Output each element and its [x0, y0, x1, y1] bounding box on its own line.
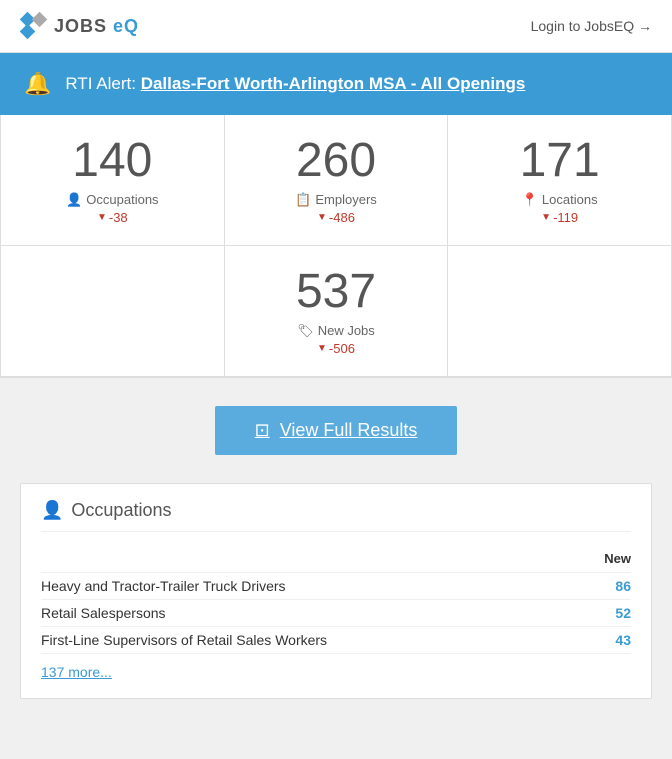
logo-text: JOBS eQ — [54, 16, 139, 37]
more-link[interactable]: 137 more... — [41, 664, 112, 680]
stat-new-jobs-label: 🏷 New Jobs — [235, 323, 438, 339]
occ-table-value-header: New — [581, 546, 631, 573]
down-arrow-icon: ▼ — [317, 343, 327, 354]
stat-employers-number: 260 — [235, 135, 438, 188]
occupations-table: New Heavy and Tractor-Trailer Truck Driv… — [41, 546, 631, 654]
stat-locations-label: 📍 Locations — [458, 192, 661, 208]
stat-occupations-change: ▼ -38 — [11, 210, 214, 225]
stats-row-2: 537 🏷 New Jobs ▼ -506 — [0, 246, 672, 377]
occ-value-2[interactable]: 52 — [581, 599, 631, 626]
logo-icon — [20, 12, 48, 40]
header: JOBS eQ Login to JobsEQ → — [0, 0, 672, 53]
stat-occupations-label: 👤 Occupations — [11, 192, 214, 208]
stat-locations-label-text: Locations — [542, 192, 598, 207]
results-icon: ⊡ — [255, 420, 270, 441]
location-icon: 📍 — [522, 192, 538, 208]
stat-occupations-number: 140 — [11, 135, 214, 188]
logo: JOBS eQ — [20, 12, 139, 40]
section-title: 👤 Occupations — [41, 500, 631, 532]
new-jobs-icon: 🏷 — [297, 323, 314, 339]
occupations-section-icon: 👤 — [41, 500, 63, 521]
empty-cell-2 — [448, 246, 672, 377]
stat-new-jobs-label-text: New Jobs — [318, 323, 375, 338]
table-row: Retail Salespersons 52 — [41, 599, 631, 626]
stat-employers-change-value: -486 — [329, 210, 355, 225]
stat-employers: 260 📋 Employers ▼ -486 — [225, 115, 449, 246]
view-full-results-button[interactable]: ⊡ View Full Results — [215, 406, 458, 455]
view-full-results-label: View Full Results — [280, 420, 418, 441]
stat-locations-change-value: -119 — [553, 210, 578, 225]
occ-value-1[interactable]: 86 — [581, 572, 631, 599]
login-link[interactable]: Login to JobsEQ → — [531, 18, 652, 34]
alert-banner: 🔔 RTI Alert: Dallas-Fort Worth-Arlington… — [0, 53, 672, 115]
down-arrow-icon: ▼ — [541, 212, 551, 223]
bell-icon: 🔔 — [24, 71, 51, 97]
table-row: First-Line Supervisors of Retail Sales W… — [41, 626, 631, 653]
stats-row-1: 140 👤 Occupations ▼ -38 260 📋 Employers … — [0, 115, 672, 246]
alert-prefix: RTI Alert: — [65, 74, 136, 93]
stat-locations-change: ▼ -119 — [458, 210, 661, 225]
stat-employers-label: 📋 Employers — [235, 192, 438, 208]
stat-new-jobs-change: ▼ -506 — [235, 341, 438, 356]
occupations-section: 👤 Occupations New Heavy and Tractor-Trai… — [20, 483, 652, 699]
stat-locations-number: 171 — [458, 135, 661, 188]
occ-name-2: Retail Salespersons — [41, 599, 581, 626]
alert-text: RTI Alert: Dallas-Fort Worth-Arlington M… — [65, 74, 525, 94]
occ-value-3[interactable]: 43 — [581, 626, 631, 653]
stat-new-jobs-number: 537 — [235, 266, 438, 319]
logo-eq: eQ — [113, 16, 139, 36]
employers-icon: 📋 — [295, 192, 311, 208]
down-arrow-icon: ▼ — [317, 212, 327, 223]
stat-new-jobs: 537 🏷 New Jobs ▼ -506 — [225, 246, 449, 377]
stat-occupations-label-text: Occupations — [86, 192, 158, 207]
alert-link[interactable]: Dallas-Fort Worth-Arlington MSA - All Op… — [141, 74, 526, 93]
down-arrow-icon: ▼ — [97, 212, 107, 223]
stats-container: 140 👤 Occupations ▼ -38 260 📋 Employers … — [0, 115, 672, 378]
stat-new-jobs-change-value: -506 — [329, 341, 355, 356]
stat-occupations-change-value: -38 — [109, 210, 128, 225]
empty-cell-1 — [1, 246, 225, 377]
btn-container: ⊡ View Full Results — [0, 378, 672, 483]
stat-locations: 171 📍 Locations ▼ -119 — [448, 115, 672, 246]
stat-occupations: 140 👤 Occupations ▼ -38 — [1, 115, 225, 246]
stat-employers-label-text: Employers — [315, 192, 376, 207]
occ-name-3: First-Line Supervisors of Retail Sales W… — [41, 626, 581, 653]
logo-jobs: JOBS — [54, 16, 107, 36]
table-row: Heavy and Tractor-Trailer Truck Drivers … — [41, 572, 631, 599]
person-icon: 👤 — [66, 192, 82, 208]
stat-employers-change: ▼ -486 — [235, 210, 438, 225]
occ-table-name-header — [41, 546, 581, 573]
occ-name-1: Heavy and Tractor-Trailer Truck Drivers — [41, 572, 581, 599]
occupations-section-title: Occupations — [71, 500, 171, 521]
